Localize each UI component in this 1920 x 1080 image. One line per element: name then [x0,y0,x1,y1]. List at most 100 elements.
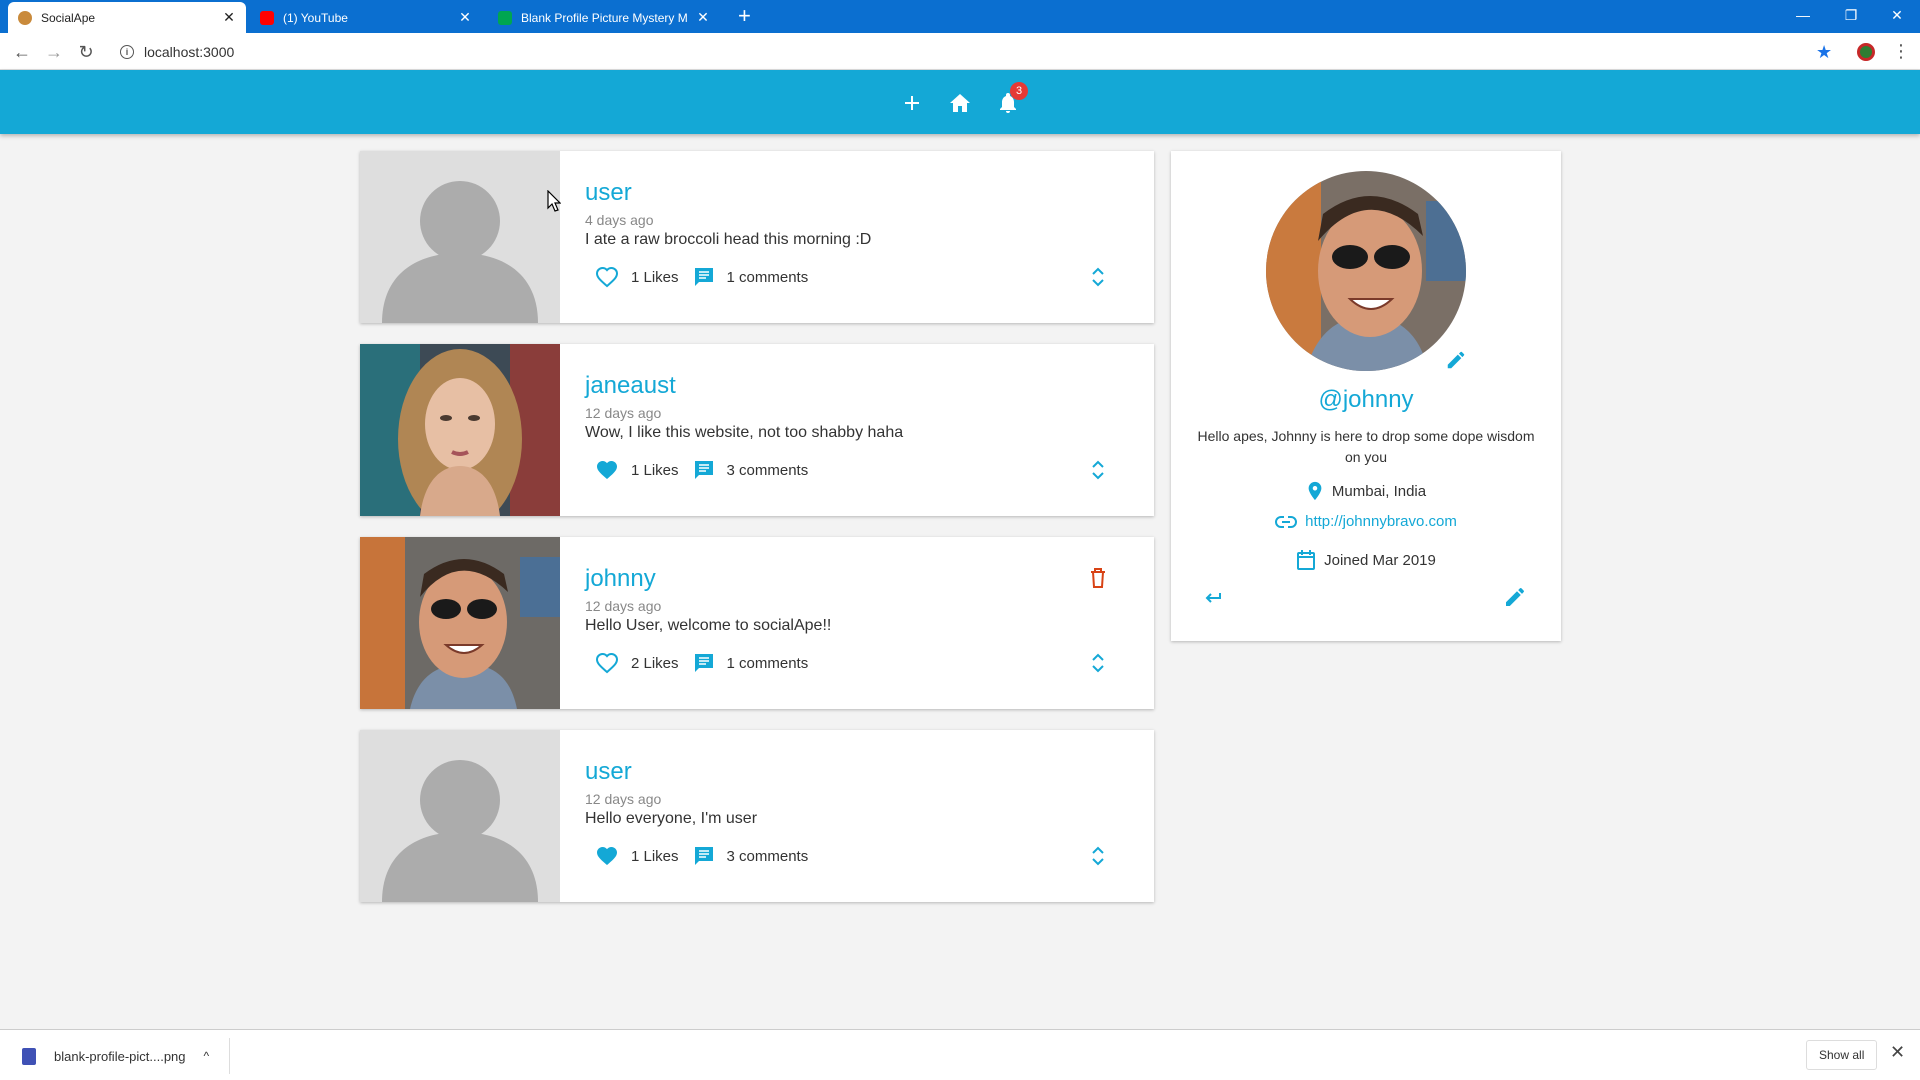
add-post-button[interactable] [897,88,927,118]
reload-icon[interactable]: ↻ [74,40,98,64]
post-actions: 1 Likes 1 comments [595,265,822,289]
post-actions: 1 Likes 3 comments [595,458,822,482]
username-link[interactable]: johnny [585,565,656,593]
comments-count: 3 comments [726,847,809,865]
download-filename: blank-profile-pict....png [54,1048,186,1064]
unfold-more-icon[interactable] [1086,458,1110,482]
joined-text: Joined Mar 2019 [1324,551,1436,569]
tab-blank-profile-picture[interactable]: Blank Profile Picture Mystery Ma ✕ [488,2,720,33]
likes-count: 1 Likes [631,461,679,479]
tab-socialape[interactable]: SocialApe ✕ [8,2,246,33]
browser-toolbar: ← → ↻ i localhost:3000 ★ ⋮ [0,33,1920,70]
profile-card: @johnny Hello apes, Johnny is here to dr… [1171,151,1561,641]
extension-icon[interactable] [1857,43,1875,61]
username-link[interactable]: user [585,758,632,786]
profile-photo-johnny [360,537,560,709]
profile-avatar [1266,171,1466,371]
logout-return-icon[interactable] [1201,587,1225,611]
tab-title: Blank Profile Picture Mystery Ma [521,10,688,25]
post-actions: 1 Likes 3 comments [595,844,822,868]
username-link[interactable]: user [585,179,632,207]
tab-title: SocialApe [41,10,96,25]
tab-youtube[interactable]: (1) YouTube ✕ [250,2,482,33]
comments-count: 1 comments [726,654,809,672]
browser-menu-icon[interactable]: ⋮ [1892,41,1910,62]
post-body: I ate a raw broccoli head this morning :… [585,231,872,248]
forward-arrow-icon[interactable]: → [42,40,66,64]
bookmark-star-icon[interactable]: ★ [1816,42,1832,63]
location-text: Mumbai, India [1331,482,1427,500]
close-window-icon[interactable]: ✕ [1874,0,1920,30]
url-text: localhost:3000 [144,43,235,60]
username-link[interactable]: janeaust [585,372,676,400]
restore-window-icon[interactable]: ❐ [1828,0,1874,30]
post-time: 12 days ago [585,598,662,614]
post-body: Wow, I like this website, not too shabby… [585,424,904,441]
close-tab-icon[interactable]: ✕ [222,9,236,26]
post-body: Hello everyone, I'm user [585,810,758,827]
profile-joined: Joined Mar 2019 [1171,549,1561,571]
download-shelf: blank-profile-pict....png ^ Show all ✕ [0,1029,1920,1080]
scream-card: user 4 days ago I ate a raw broccoli hea… [360,151,1154,323]
link-icon [1275,515,1298,528]
avatar[interactable] [360,537,560,709]
unfold-more-icon[interactable] [1086,844,1110,868]
close-tab-icon[interactable]: ✕ [458,9,472,26]
comments-count: 1 comments [726,268,809,286]
location-pin-icon [1308,481,1322,501]
unfold-more-icon[interactable] [1086,651,1110,675]
heart-filled-icon[interactable] [595,844,619,868]
heart-filled-icon[interactable] [595,458,619,482]
pixabay-favicon-icon [498,10,512,25]
comment-icon[interactable] [693,845,715,867]
profile-photo-johnny [1266,171,1466,371]
download-item[interactable]: blank-profile-pict....png ^ [14,1038,230,1074]
likes-count: 1 Likes [631,268,679,286]
close-shelf-icon[interactable]: ✕ [1890,1042,1905,1063]
home-button[interactable] [945,88,975,118]
socialape-favicon-icon [18,10,32,25]
site-info-icon[interactable]: i [120,44,134,59]
back-arrow-icon[interactable]: ← [10,40,34,64]
avatar[interactable] [360,151,560,323]
address-bar[interactable]: i localhost:3000 [112,38,1812,65]
scream-card: janeaust 12 days ago Wow, I like this we… [360,344,1154,516]
heart-outline-icon[interactable] [595,651,619,675]
profile-handle[interactable]: @johnny [1171,386,1561,414]
likes-count: 1 Likes [631,847,679,865]
comments-count: 3 comments [726,461,809,479]
mouse-cursor-icon [547,190,561,212]
blank-profile-image [382,760,538,902]
likes-count: 2 Likes [631,654,679,672]
minimize-window-icon[interactable]: — [1780,0,1826,30]
new-tab-button[interactable]: + [738,4,751,28]
close-tab-icon[interactable]: ✕ [696,9,710,26]
avatar[interactable] [360,730,560,902]
show-all-button[interactable]: Show all [1806,1040,1878,1070]
edit-details-icon[interactable] [1503,585,1527,609]
app-navbar [0,70,1920,134]
website-link[interactable]: http://johnnybravo.com [1305,513,1457,530]
browser-tab-bar: SocialApe ✕ (1) YouTube ✕ Blank Profile … [0,0,1920,33]
home-icon [950,94,970,112]
comment-icon[interactable] [693,652,715,674]
plus-icon [905,96,919,110]
edit-photo-icon[interactable] [1445,349,1467,371]
comment-icon[interactable] [693,459,715,481]
post-time: 12 days ago [585,405,662,421]
post-time: 4 days ago [585,212,654,228]
heart-outline-icon[interactable] [595,265,619,289]
profile-website: http://johnnybravo.com [1171,513,1561,530]
delete-icon[interactable] [1088,567,1108,589]
unfold-more-icon[interactable] [1086,265,1110,289]
chevron-up-icon[interactable]: ^ [204,1049,210,1063]
post-actions: 2 Likes 1 comments [595,651,822,675]
tab-title: (1) YouTube [283,10,348,25]
comment-icon[interactable] [693,266,715,288]
profile-photo-janeaust [360,344,560,516]
avatar[interactable] [360,344,560,516]
post-time: 12 days ago [585,791,662,807]
blank-profile-image [382,181,538,323]
file-icon [22,1047,36,1065]
post-body: Hello User, welcome to socialApe!! [585,617,832,634]
